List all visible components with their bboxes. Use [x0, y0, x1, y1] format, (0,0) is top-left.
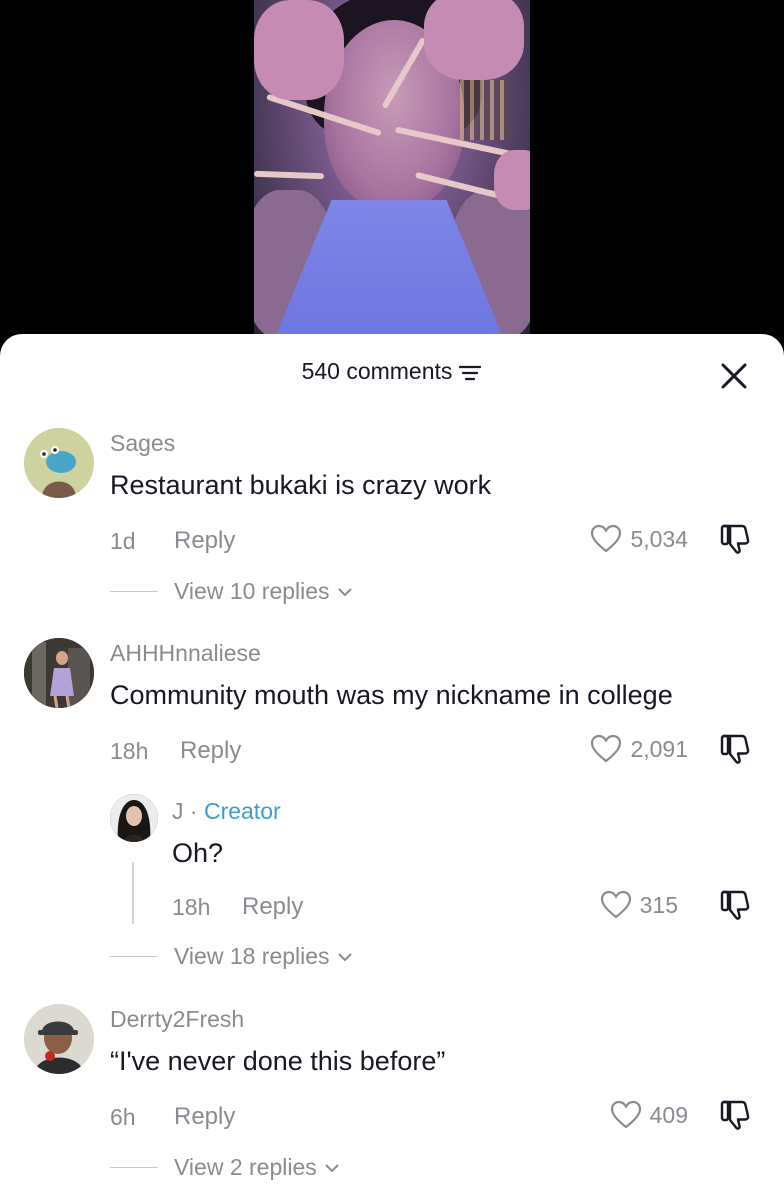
video-hand	[254, 0, 344, 100]
divider	[110, 1166, 158, 1169]
reply-button[interactable]: Reply	[180, 737, 241, 765]
reply-text: Oh?	[172, 838, 224, 868]
avatar-image	[110, 794, 158, 842]
view-replies-label: View 2 replies	[174, 1154, 317, 1180]
view-replies-label: View 10 replies	[174, 578, 330, 604]
comment-username[interactable]: AHHHnnaliese	[110, 640, 261, 667]
like-button[interactable]: 5,034	[590, 524, 688, 554]
video-hand	[424, 0, 524, 80]
video-background-window	[460, 80, 510, 140]
video-chopstick	[254, 170, 325, 180]
chevron-down-icon	[337, 587, 352, 596]
comments-sheet: 540 comments Sages Restaurant bukaki is …	[0, 334, 784, 1200]
like-button[interactable]: 409	[610, 1100, 688, 1130]
thread-line	[132, 862, 134, 924]
view-replies-label: View 18 replies	[174, 943, 330, 969]
like-count: 315	[639, 891, 678, 918]
creator-badge: Creator	[203, 798, 281, 824]
reply-button[interactable]: Reply	[242, 893, 303, 921]
like-count: 409	[649, 1101, 688, 1128]
comment-time: 18h	[110, 738, 149, 764]
avatar-image	[24, 638, 94, 708]
video-hand	[494, 150, 530, 210]
chevron-down-icon	[337, 952, 352, 961]
dislike-icon[interactable]	[718, 522, 752, 556]
comment-text: Restaurant bukaki is crazy work	[110, 470, 492, 500]
comment-username[interactable]: Sages	[110, 430, 175, 457]
comment-count-sort[interactable]: 540 comments	[302, 358, 483, 385]
dislike-icon[interactable]	[718, 888, 752, 922]
like-count: 2,091	[630, 735, 688, 762]
heart-icon	[610, 1100, 641, 1129]
view-replies-button[interactable]: View 10 replies	[110, 578, 354, 605]
comment-text: Community mouth was my nickname in colle…	[110, 680, 673, 710]
chevron-down-icon	[325, 1163, 339, 1172]
heart-icon	[591, 734, 622, 763]
comment-username[interactable]: Derrty2Fresh	[110, 1006, 244, 1033]
username-separator: ·	[183, 798, 204, 824]
avatar[interactable]	[24, 428, 94, 498]
reply-button[interactable]: Reply	[174, 1103, 235, 1131]
dislike-icon[interactable]	[718, 1098, 752, 1132]
filter-icon[interactable]	[458, 364, 482, 382]
comment-count: 540 comments	[301, 358, 453, 384]
view-replies-button[interactable]: View 2 replies	[110, 1154, 341, 1181]
avatar[interactable]	[110, 794, 158, 842]
comment-time: 1d	[110, 528, 136, 554]
divider	[110, 590, 158, 593]
view-replies-button[interactable]: View 18 replies	[110, 943, 354, 970]
reply-button[interactable]: Reply	[174, 527, 235, 555]
avatar-image	[24, 428, 94, 498]
avatar[interactable]	[24, 638, 94, 708]
like-count: 5,034	[630, 525, 688, 552]
close-icon[interactable]	[718, 360, 750, 392]
dislike-icon[interactable]	[718, 732, 752, 766]
avatar-image	[24, 1004, 94, 1074]
avatar[interactable]	[24, 1004, 94, 1074]
video-frame[interactable]	[254, 0, 530, 334]
like-button[interactable]: 315	[600, 890, 678, 920]
divider	[110, 955, 158, 958]
comment-time: 6h	[110, 1104, 136, 1130]
comment-text: “I've never done this before”	[110, 1046, 446, 1076]
like-button[interactable]: 2,091	[590, 734, 688, 764]
heart-icon	[600, 890, 631, 919]
reply-time: 18h	[172, 894, 211, 920]
reply-username[interactable]: J	[172, 798, 184, 824]
heart-icon	[591, 524, 622, 553]
comments-header: 540 comments	[0, 358, 784, 392]
video-player[interactable]	[0, 0, 784, 340]
reply-username-row[interactable]: J · Creator	[172, 798, 281, 825]
